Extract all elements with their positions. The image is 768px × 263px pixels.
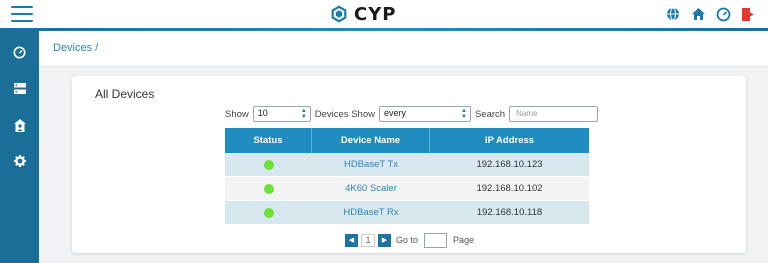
device-name-link[interactable]: 4K60 Scaler (345, 183, 397, 194)
gauge-icon[interactable] (715, 6, 731, 22)
house-person-icon (13, 118, 26, 132)
gauge-icon (13, 46, 26, 58)
table-controls: Show 10 ▲ ▼ Devices Show every ▲ ▼ Search … (225, 106, 599, 122)
column-header-status[interactable]: Status (225, 128, 312, 153)
brand-logo[interactable]: CYP (330, 3, 396, 25)
search-input[interactable]: Name (509, 106, 599, 122)
all-devices-card: All Devices Show 10 ▲ ▼ Devices Show ever… (72, 76, 746, 253)
device-filter-select[interactable]: every ▲ ▼ (378, 106, 471, 122)
device-ip: 192.168.10.118 (476, 207, 543, 218)
device-ip: 192.168.10.102 (476, 183, 543, 194)
gear-icon (13, 155, 26, 167)
devices-table: Status Device Name IP Address HDBaseT Tx… (225, 128, 589, 225)
sidebar-item-settings[interactable] (0, 145, 39, 177)
table-header: Status Device Name IP Address (225, 128, 589, 153)
hamburger-menu-button[interactable] (11, 6, 33, 22)
device-name-link[interactable]: HDBaseT Tx (344, 159, 398, 170)
device-name-link[interactable]: HDBaseT Rx (343, 207, 398, 218)
status-online-indicator (263, 207, 274, 218)
column-header-device-name[interactable]: Device Name (312, 128, 430, 153)
select-arrows-icon: ▲ ▼ (300, 108, 307, 120)
pagination: ◀ 1 ▶ Go to Page (345, 232, 474, 248)
sidebar-item-home-users[interactable] (0, 109, 39, 141)
current-page-number[interactable]: 1 (361, 233, 375, 247)
show-label: Show (225, 108, 249, 120)
breadcrumb[interactable]: Devices / (53, 42, 98, 54)
page-size-select[interactable]: 10 ▲ ▼ (252, 106, 311, 122)
breadcrumb-bar: Devices / (39, 31, 768, 67)
select-arrows-icon: ▲ ▼ (461, 108, 467, 120)
cyp-logo-icon (331, 5, 347, 23)
globe-icon[interactable] (665, 6, 681, 22)
server-icon (13, 82, 26, 94)
status-online-indicator (263, 183, 274, 194)
prev-page-button[interactable]: ◀ (345, 233, 358, 247)
home-icon[interactable] (690, 6, 706, 22)
sidebar-item-devices[interactable] (0, 72, 39, 104)
table-row[interactable]: HDBaseT Tx 192.168.10.123 (225, 153, 589, 177)
sidebar-item-dashboard[interactable] (0, 36, 39, 68)
table-row[interactable]: 4K60 Scaler 192.168.10.102 (225, 177, 589, 201)
device-filter-value: every (383, 108, 406, 118)
column-header-ip-address[interactable]: IP Address (430, 128, 589, 153)
search-label: Search (474, 108, 506, 120)
goto-label: Go to (396, 235, 419, 245)
page-size-value: 10 (257, 108, 268, 118)
card-title: All Devices (95, 87, 155, 101)
devices-show-label: Devices Show (314, 108, 375, 120)
device-ip: 192.168.10.123 (476, 159, 543, 170)
brand-name: CYP (354, 3, 397, 25)
goto-page-input[interactable] (424, 232, 448, 248)
page-label: Page (453, 235, 475, 245)
next-page-button[interactable]: ▶ (378, 233, 391, 247)
table-row[interactable]: HDBaseT Rx 192.168.10.118 (225, 201, 589, 225)
sidebar (0, 31, 39, 263)
top-bar: CYP (0, 0, 768, 31)
status-online-indicator (263, 159, 274, 170)
logout-icon[interactable] (740, 6, 756, 22)
